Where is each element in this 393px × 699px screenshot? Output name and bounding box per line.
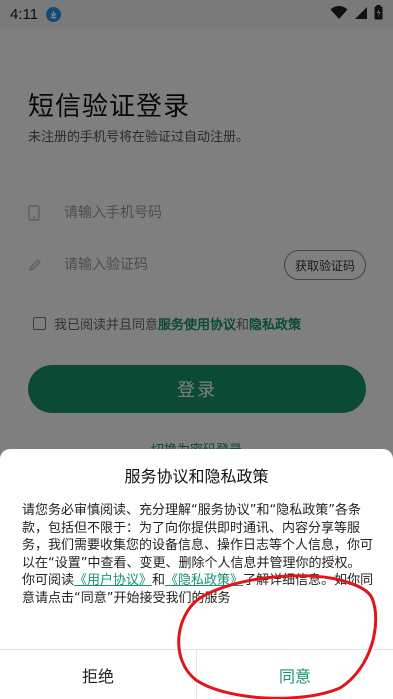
dialog-para2-and: 和 [152,573,166,588]
dialog-paragraph-2: 你可阅读《用户协议》和《隐私政策》了解详细信息。如你同意请点击“同意”开始接受我… [22,572,374,607]
dialog-paragraph-1: 请您务必审慎阅读、充分理解“服务协议”和“隐私政策”各条款，包括但不限于：为了向… [22,503,374,571]
dialog-para2-prefix: 你可阅读 [22,573,75,588]
dialog-title: 服务协议和隐私政策 [124,467,269,486]
dialog-footer: 拒绝 同意 [0,649,393,699]
dialog-body: 请您务必审慎阅读、充分理解“服务协议”和“隐私政策”各条款，包括但不限于：为了向… [22,502,374,607]
agree-button[interactable]: 同意 [197,650,393,699]
privacy-dialog: 服务协议和隐私政策 请您务必审慎阅读、充分理解“服务协议”和“隐私政策”各条款，… [0,449,393,699]
dialog-privacy-link[interactable]: 《隐私政策》 [165,573,243,588]
refuse-button[interactable]: 拒绝 [0,650,197,699]
user-agreement-link[interactable]: 《用户协议》 [74,573,152,588]
